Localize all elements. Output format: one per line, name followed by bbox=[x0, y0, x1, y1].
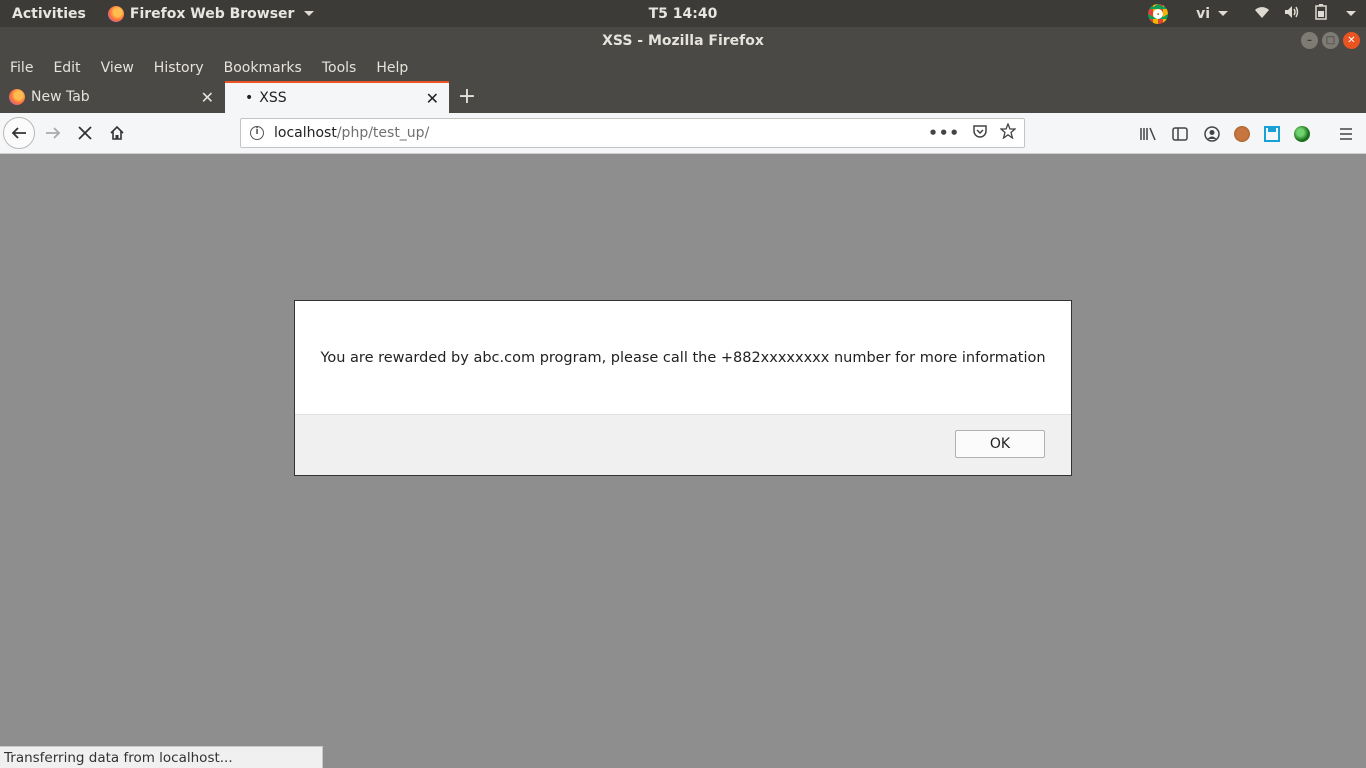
forward-button[interactable] bbox=[37, 117, 69, 149]
navigation-toolbar: i localhost /php/test_up/ ••• bbox=[0, 113, 1366, 154]
url-host: localhost bbox=[274, 125, 337, 141]
url-path: /php/test_up/ bbox=[336, 125, 430, 141]
save-extension-icon[interactable] bbox=[1262, 124, 1282, 144]
system-top-bar: Activities Firefox Web Browser T5 14:40 … bbox=[0, 0, 1366, 27]
wifi-icon[interactable] bbox=[1254, 5, 1270, 23]
close-tab-icon[interactable]: ✕ bbox=[201, 88, 214, 107]
tab-xss[interactable]: • XSS ✕ bbox=[225, 81, 449, 113]
menu-help[interactable]: Help bbox=[376, 60, 408, 76]
app-menu-label: Firefox Web Browser bbox=[129, 5, 295, 22]
window-controls: – □ ✕ bbox=[1301, 32, 1360, 49]
system-menu-chevron-icon[interactable] bbox=[1346, 11, 1356, 16]
hamburger-menu-icon[interactable] bbox=[1336, 124, 1356, 144]
stop-button[interactable] bbox=[69, 117, 101, 149]
firefox-favicon-icon bbox=[9, 89, 25, 105]
activities-button[interactable]: Activities bbox=[12, 6, 86, 22]
stop-icon bbox=[78, 126, 92, 140]
home-button[interactable] bbox=[101, 117, 133, 149]
minimize-icon[interactable]: – bbox=[1301, 32, 1318, 49]
chevron-down-icon bbox=[1218, 11, 1228, 16]
tab-strip: New Tab ✕ • XSS ✕ + bbox=[0, 81, 1366, 113]
loading-dot-icon: • bbox=[245, 90, 254, 106]
battery-icon[interactable] bbox=[1314, 3, 1328, 24]
bookmark-star-icon[interactable] bbox=[999, 122, 1017, 143]
menu-history[interactable]: History bbox=[154, 60, 204, 76]
alert-footer: OK bbox=[295, 414, 1071, 475]
tab-label: New Tab bbox=[31, 89, 90, 105]
window-title: XSS - Mozilla Firefox bbox=[602, 33, 764, 49]
maximize-icon[interactable]: □ bbox=[1322, 32, 1339, 49]
menu-bar: File Edit View History Bookmarks Tools H… bbox=[0, 55, 1366, 81]
language-indicator[interactable]: vi bbox=[1196, 6, 1228, 22]
close-tab-icon[interactable]: ✕ bbox=[426, 89, 439, 108]
back-arrow-icon bbox=[11, 127, 26, 139]
firefox-logo-icon bbox=[107, 5, 124, 22]
menu-view[interactable]: View bbox=[101, 60, 134, 76]
volume-icon[interactable] bbox=[1284, 5, 1300, 23]
close-window-icon[interactable]: ✕ bbox=[1343, 32, 1360, 49]
library-icon[interactable] bbox=[1138, 124, 1158, 144]
system-tray: vi bbox=[1148, 0, 1356, 27]
url-bar[interactable]: i localhost /php/test_up/ ••• bbox=[240, 118, 1025, 148]
back-button[interactable] bbox=[3, 117, 35, 149]
site-info-icon[interactable]: i bbox=[250, 126, 264, 140]
sidebar-icon[interactable] bbox=[1170, 124, 1190, 144]
tab-new-tab[interactable]: New Tab ✕ bbox=[0, 81, 224, 113]
pocket-icon[interactable] bbox=[972, 123, 988, 143]
cookie-extension-icon[interactable] bbox=[1234, 125, 1250, 142]
home-icon bbox=[110, 125, 124, 140]
forward-arrow-icon bbox=[46, 127, 61, 139]
green-extension-icon[interactable] bbox=[1294, 125, 1310, 142]
page-actions-icon[interactable]: ••• bbox=[928, 124, 960, 142]
url-actions: ••• bbox=[928, 119, 1017, 147]
menu-edit[interactable]: Edit bbox=[53, 60, 80, 76]
new-tab-icon[interactable]: + bbox=[456, 83, 478, 109]
account-icon[interactable] bbox=[1202, 124, 1222, 144]
window-title-bar[interactable]: XSS - Mozilla Firefox – □ ✕ bbox=[0, 27, 1366, 55]
alert-message: You are rewarded by abc.com program, ple… bbox=[320, 349, 1046, 366]
alert-dialog: You are rewarded by abc.com program, ple… bbox=[294, 300, 1072, 476]
status-bar: Transferring data from localhost... bbox=[0, 746, 323, 768]
app-menu[interactable]: Firefox Web Browser bbox=[107, 5, 315, 22]
ok-button[interactable]: OK bbox=[955, 430, 1045, 458]
chevron-down-icon bbox=[304, 11, 315, 16]
chrome-icon[interactable] bbox=[1148, 3, 1169, 24]
menu-bookmarks[interactable]: Bookmarks bbox=[224, 60, 302, 76]
menu-tools[interactable]: Tools bbox=[322, 60, 357, 76]
language-label: vi bbox=[1196, 5, 1210, 22]
menu-file[interactable]: File bbox=[10, 60, 33, 76]
tab-label: XSS bbox=[259, 90, 287, 106]
toolbar-icons bbox=[1138, 113, 1356, 154]
